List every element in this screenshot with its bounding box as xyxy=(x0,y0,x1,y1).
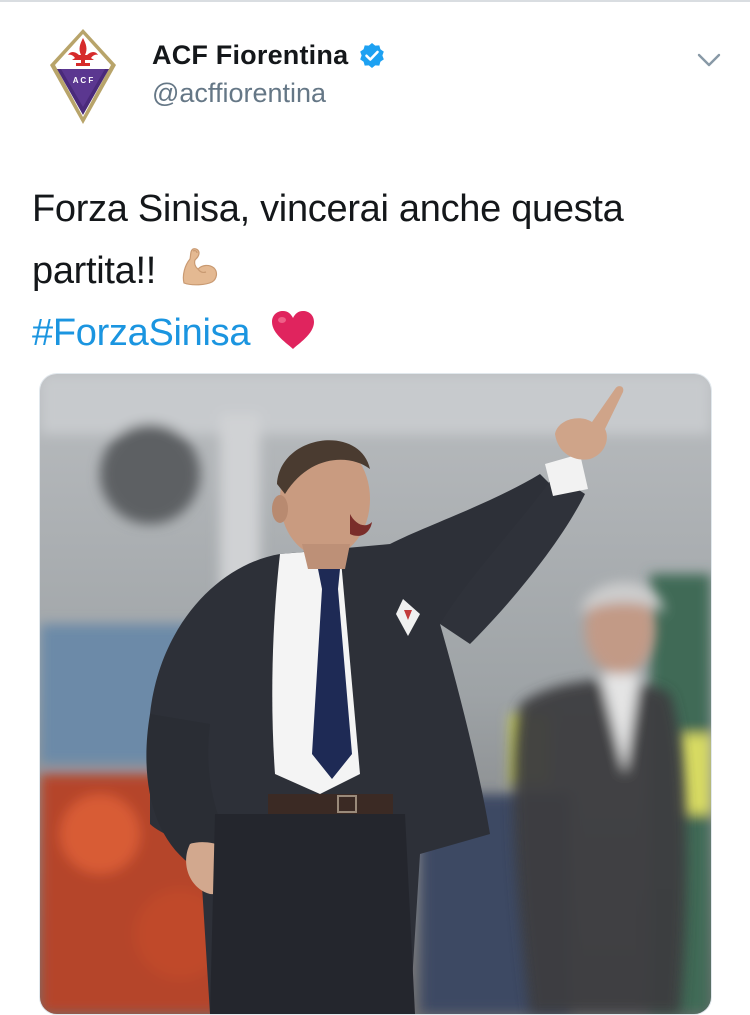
account-handle[interactable]: @acffiorentina xyxy=(152,78,326,109)
display-name[interactable]: ACF Fiorentina xyxy=(152,40,348,71)
tweet-text: Forza Sinisa, vincerai anche questa part… xyxy=(32,178,722,364)
tweet-line-2-text: partita!! xyxy=(32,250,157,292)
flexed-biceps-icon xyxy=(183,248,218,286)
tweet-photo[interactable] xyxy=(39,373,712,1015)
fiorentina-crest-icon: A C F xyxy=(50,29,116,124)
avatar[interactable]: A C F xyxy=(48,27,118,127)
account-name-row[interactable]: ACF Fiorentina xyxy=(152,40,386,71)
verified-badge-icon xyxy=(360,42,385,68)
crest-letters: A C F xyxy=(73,76,94,85)
red-heart-icon xyxy=(272,311,315,349)
hashtag-link[interactable]: #ForzaSinisa xyxy=(32,312,250,354)
photo-illustration xyxy=(40,374,711,1014)
tweet-line-2: partita!! xyxy=(32,240,722,302)
tweet-line-1: Forza Sinisa, vincerai anche questa xyxy=(32,188,624,230)
chevron-down-icon[interactable] xyxy=(696,50,722,70)
top-divider xyxy=(0,0,750,2)
tweet-line-3: #ForzaSinisa xyxy=(32,302,722,364)
